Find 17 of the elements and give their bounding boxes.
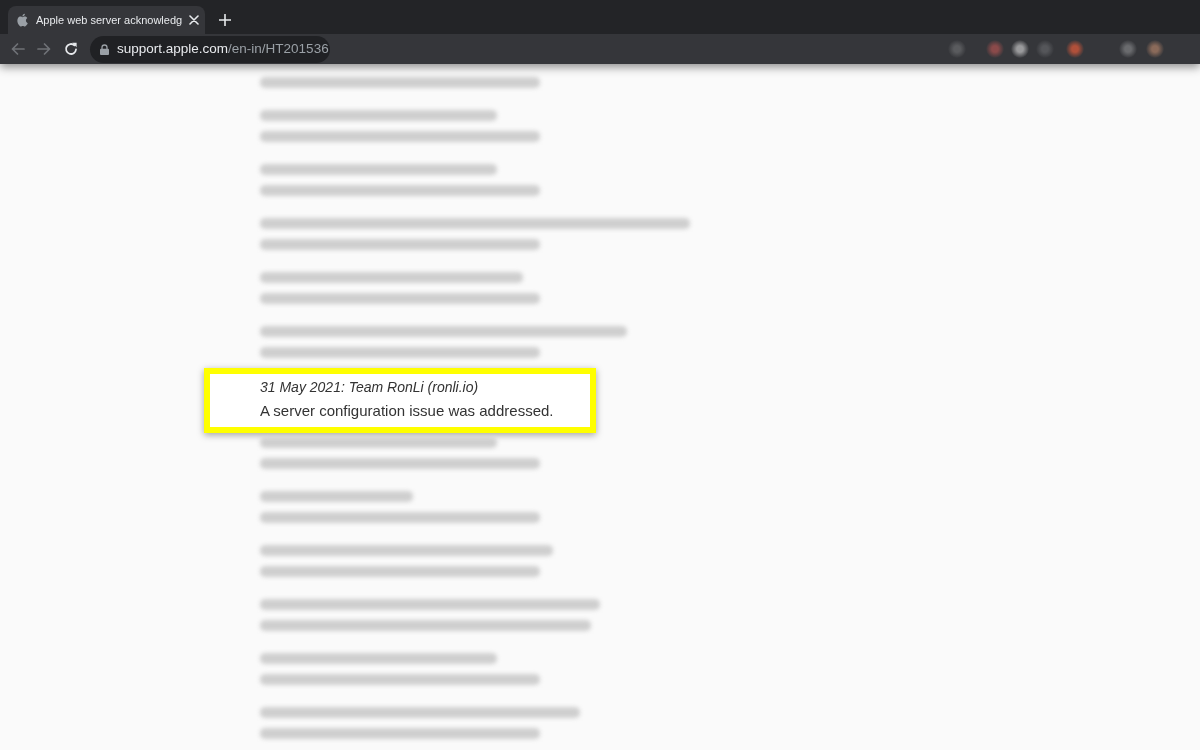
blurred-extension-icon[interactable]: [1011, 40, 1029, 58]
url-text: support.apple.com/en-in/HT201536: [117, 39, 329, 58]
entry-text: A server configuration issue was addressed.: [260, 401, 555, 421]
blurred-extension-icon[interactable]: [948, 40, 966, 58]
address-bar[interactable]: support.apple.com/en-in/HT201536: [90, 35, 330, 63]
tab-title: Apple web server acknowledg: [36, 12, 183, 28]
blurred-extension-icon[interactable]: [1066, 40, 1084, 58]
apple-icon: [16, 13, 28, 27]
plus-icon[interactable]: [219, 14, 231, 26]
lock-icon: [100, 43, 109, 55]
blurred-extension-icon[interactable]: [1146, 40, 1164, 58]
close-icon[interactable]: [189, 15, 199, 25]
reload-icon[interactable]: [63, 41, 79, 57]
blurred-extension-icon[interactable]: [986, 40, 1004, 58]
blurred-extension-icon[interactable]: [1119, 40, 1137, 58]
browser-tab[interactable]: Apple web server acknowledg: [8, 6, 205, 34]
entry-heading: 31 May 2021: Team RonLi (ronli.io): [260, 378, 480, 397]
